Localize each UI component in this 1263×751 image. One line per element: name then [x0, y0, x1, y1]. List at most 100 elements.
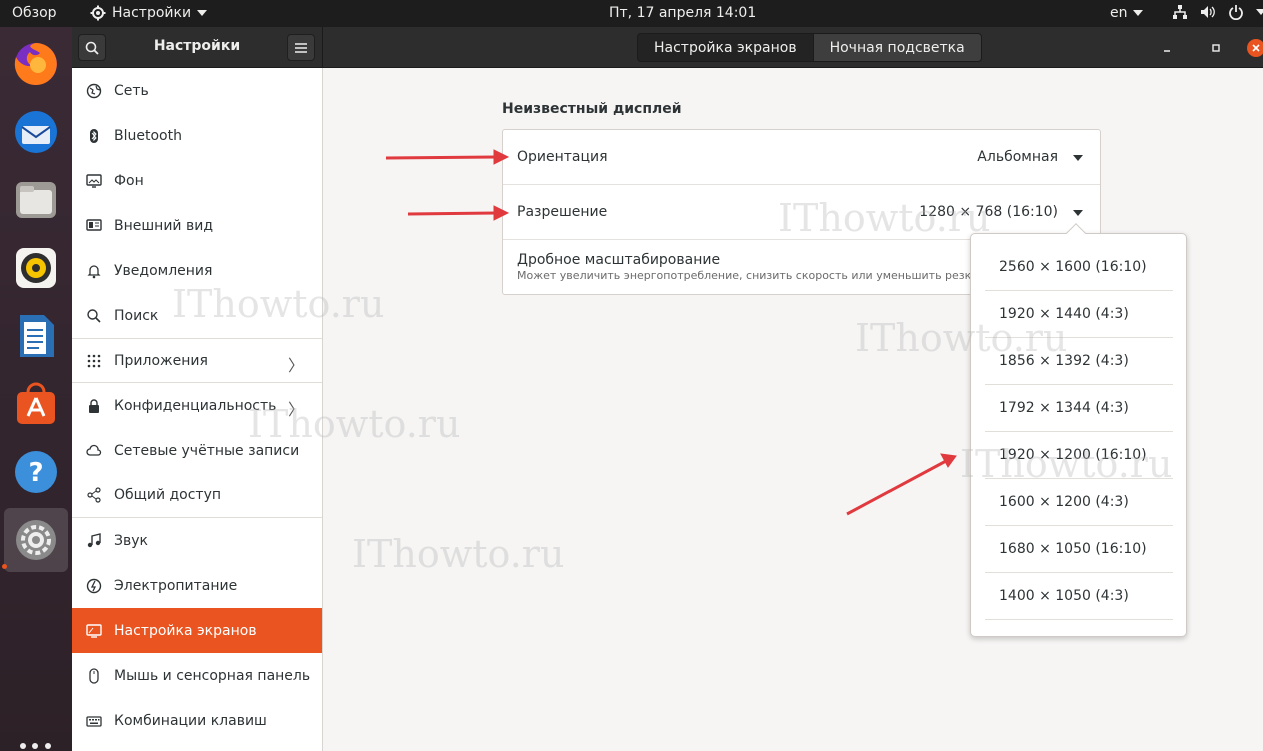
- writer-icon: [20, 315, 54, 357]
- close-icon: [1252, 44, 1260, 52]
- resolution-option[interactable]: 2560 × 1600 (16:10): [985, 244, 1173, 291]
- resolution-option[interactable]: 1920 × 1440 (4:3): [985, 291, 1173, 338]
- resolution-option[interactable]: 1600 × 1200 (4:3): [985, 479, 1173, 526]
- sidebar-item-online-accounts[interactable]: Сетевые учётные записи: [72, 428, 322, 473]
- lock-icon: [86, 398, 102, 414]
- sidebar-item-label: Приложения: [114, 352, 208, 369]
- resolution-row[interactable]: Разрешение 1280 × 768 (16:10): [503, 185, 1100, 240]
- chevron-down-icon: [197, 10, 208, 16]
- language-label: en: [1110, 5, 1128, 21]
- running-indicator: [2, 564, 7, 569]
- sidebar-item-search[interactable]: Поиск: [72, 293, 322, 338]
- resolution-option[interactable]: 1920 × 1200 (16:10): [985, 432, 1173, 479]
- maximize-button[interactable]: [1207, 39, 1225, 57]
- files-icon: [16, 182, 56, 218]
- display-name-heading: Неизвестный дисплей: [502, 101, 682, 117]
- network-icon: [86, 83, 102, 99]
- activities-button[interactable]: Обзор: [12, 5, 57, 21]
- sidebar-item-sound[interactable]: Звук: [72, 518, 322, 563]
- power-icon: [1229, 5, 1243, 20]
- sidebar-item-label: Поиск: [114, 307, 159, 324]
- resolution-option-label: 2560 × 1600 (16:10): [999, 259, 1147, 275]
- show-applications-button[interactable]: [20, 743, 52, 751]
- clock[interactable]: Пт, 17 апреля 14:01: [609, 5, 756, 21]
- sidebar-item-label: Конфиденциальность: [114, 397, 277, 414]
- search-icon: [85, 41, 99, 55]
- sidebar-item-appearance[interactable]: Внешний вид: [72, 203, 322, 248]
- cloud-icon: [86, 443, 102, 459]
- sidebar-item-label: Комбинации клавиш: [114, 712, 267, 729]
- chevron-down-icon: [1132, 10, 1143, 16]
- resolution-option[interactable]: 1792 × 1344 (4:3): [985, 385, 1173, 432]
- tab-night-light[interactable]: Ночная подсветка: [813, 33, 982, 62]
- dock: ?: [0, 27, 72, 751]
- app-menu-label: Настройки: [112, 5, 192, 21]
- sidebar-item-bluetooth[interactable]: Bluetooth: [72, 113, 322, 158]
- dock-rhythmbox[interactable]: [4, 236, 68, 300]
- language-indicator[interactable]: en: [1110, 5, 1143, 21]
- sidebar-item-label: Мышь и сенсорная панель: [114, 667, 311, 684]
- chevron-down-icon: [1256, 9, 1263, 15]
- dock-thunderbird[interactable]: [4, 100, 68, 164]
- sidebar-item-applications[interactable]: Приложения 〉: [72, 338, 322, 383]
- settings-icon: [16, 520, 56, 560]
- volume-icon: [1201, 6, 1215, 18]
- minimize-icon: [1164, 50, 1170, 52]
- display-icon: [86, 623, 102, 639]
- resolution-value: 1280 × 768 (16:10): [919, 204, 1058, 220]
- chevron-right-icon: 〉: [287, 400, 304, 419]
- sidebar-item-label: Сеть: [114, 82, 149, 99]
- resolution-option-label: 1920 × 1440 (4:3): [999, 306, 1129, 322]
- sidebar-item-notifications[interactable]: Уведомления: [72, 248, 322, 293]
- orientation-label: Ориентация: [517, 149, 608, 165]
- tab-displays[interactable]: Настройка экранов: [637, 33, 814, 62]
- dock-settings[interactable]: [4, 508, 68, 572]
- system-tray[interactable]: [1172, 4, 1263, 20]
- svg-text:?: ?: [28, 458, 43, 488]
- minimize-button[interactable]: [1158, 39, 1176, 57]
- sidebar-item-sharing[interactable]: Общий доступ: [72, 473, 322, 518]
- sidebar-item-label: Внешний вид: [114, 217, 214, 234]
- menu-button[interactable]: [287, 34, 315, 61]
- sidebar-item-privacy[interactable]: Конфиденциальность 〉: [72, 383, 322, 428]
- sidebar-item-label: Электропитание: [114, 577, 238, 594]
- close-button[interactable]: [1247, 39, 1263, 57]
- sidebar-item-keyboard[interactable]: Комбинации клавиш: [72, 698, 322, 743]
- background-icon: [86, 173, 102, 189]
- settings-sidebar: Сеть Bluetooth Фон Внешний вид Уведомлен…: [72, 68, 323, 751]
- dock-writer[interactable]: [4, 304, 68, 368]
- orientation-value: Альбомная: [977, 149, 1058, 165]
- search-button[interactable]: [78, 34, 106, 61]
- dock-help[interactable]: ?: [4, 440, 68, 504]
- maximize-icon: [1212, 44, 1220, 52]
- sidebar-item-label: Фон: [114, 172, 144, 189]
- resolution-option[interactable]: 1680 × 1050 (16:10): [985, 526, 1173, 573]
- sidebar-item-label: Уведомления: [114, 262, 213, 279]
- search-icon: [86, 308, 102, 324]
- share-icon: [86, 487, 102, 503]
- resolution-option[interactable]: 1856 × 1392 (4:3): [985, 338, 1173, 385]
- dock-firefox[interactable]: [4, 32, 68, 96]
- sidebar-item-background[interactable]: Фон: [72, 158, 322, 203]
- dock-software[interactable]: [4, 372, 68, 436]
- resolution-option[interactable]: 1400 × 1050 (4:3): [985, 573, 1173, 620]
- bell-icon: [86, 263, 102, 279]
- software-icon: [17, 382, 55, 424]
- sidebar-item-power[interactable]: Электропитание: [72, 563, 322, 608]
- hamburger-icon: [295, 42, 307, 53]
- header-bar: Настройки Настройка экранов Ночная подсв…: [72, 27, 1263, 68]
- app-menu[interactable]: Настройки: [90, 5, 208, 21]
- sidebar-item-label: Bluetooth: [114, 127, 182, 144]
- sidebar-item-network[interactable]: Сеть: [72, 68, 322, 113]
- resolution-option-label: 1600 × 1200 (4:3): [999, 494, 1129, 510]
- sidebar-item-mouse[interactable]: Мышь и сенсорная панель: [72, 653, 322, 698]
- page-title: Настройки: [153, 38, 241, 54]
- music-icon: [86, 532, 102, 549]
- resolution-option-label: 1920 × 1200 (16:10): [999, 447, 1147, 463]
- sidebar-item-displays[interactable]: Настройка экранов: [72, 608, 322, 653]
- top-bar: Обзор Настройки Пт, 17 апреля 14:01 en: [0, 0, 1263, 27]
- dock-files[interactable]: [4, 168, 68, 232]
- apps-icon: [86, 353, 102, 369]
- power-icon: [86, 578, 102, 594]
- orientation-row[interactable]: Ориентация Альбомная: [503, 130, 1100, 185]
